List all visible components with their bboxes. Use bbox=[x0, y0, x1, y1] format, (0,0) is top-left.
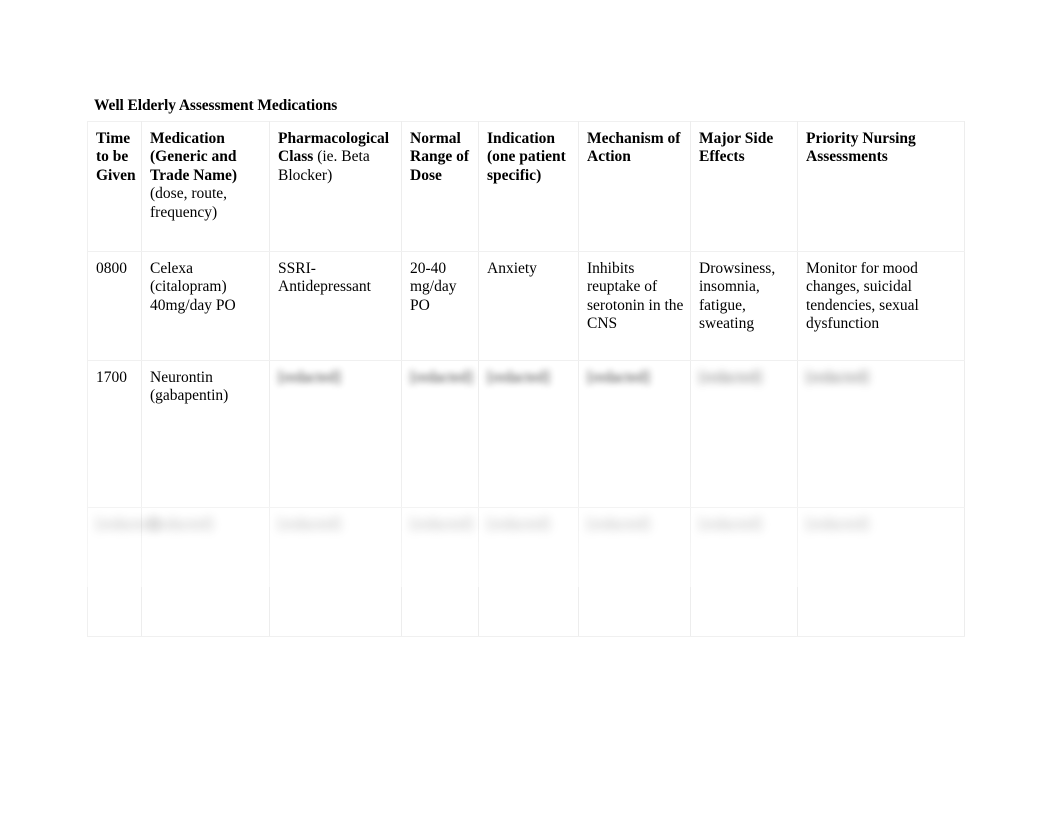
cell-side-effects: [redacted] bbox=[690, 507, 798, 637]
cell-value-redacted: [redacted] bbox=[487, 369, 550, 386]
cell-value: 20-40 mg/day PO bbox=[410, 260, 457, 314]
cell-value-redacted: [redacted] bbox=[806, 369, 869, 386]
cell-value: Anxiety bbox=[487, 260, 537, 277]
cell-nursing-assessments: [redacted] bbox=[797, 507, 965, 637]
cell-value: Neurontin (gabapentin) bbox=[150, 369, 229, 405]
cell-value-redacted: [redacted] bbox=[806, 516, 869, 533]
cell-indication: [redacted] bbox=[478, 360, 579, 508]
cell-pharmacological-class: SSRI-Antidepressant bbox=[269, 251, 402, 361]
header-bold-text: Indication (one patient specific) bbox=[487, 130, 566, 184]
cell-value: Inhibits reuptake of serotonin in the CN… bbox=[587, 260, 684, 333]
cell-value-redacted: [redacted] bbox=[96, 516, 159, 533]
cell-value-redacted: [redacted] bbox=[410, 369, 473, 386]
header-bold-text: Mechanism of Action bbox=[587, 130, 681, 166]
cell-pharmacological-class: [redacted] bbox=[269, 507, 402, 637]
cell-mechanism-of-action: Inhibits reuptake of serotonin in the CN… bbox=[578, 251, 691, 361]
header-bold-text: Medication (Generic and Trade Name) bbox=[150, 130, 238, 184]
cell-value: 0800 bbox=[96, 260, 127, 277]
column-header-indication: Indication (one patient specific) bbox=[478, 121, 579, 252]
cell-nursing-assessments: [redacted] bbox=[797, 360, 965, 508]
cell-value: SSRI-Antidepressant bbox=[278, 260, 371, 296]
column-header-time-to-be-given: Time to be Given bbox=[87, 121, 142, 252]
cell-side-effects: Drowsiness, insomnia, fatigue, sweating bbox=[690, 251, 798, 361]
cell-normal-range: [redacted] bbox=[401, 360, 479, 508]
cell-pharmacological-class: [redacted] bbox=[269, 360, 402, 508]
cell-value: 1700 bbox=[96, 369, 127, 386]
column-header-pharmacological-class: Pharmacological Class (ie. Beta Blocker) bbox=[269, 121, 402, 252]
column-header-priority-nursing-assessments: Priority Nursing Assessments bbox=[797, 121, 965, 252]
cell-time: [redacted] bbox=[87, 507, 159, 637]
cell-normal-range: 20-40 mg/day PO bbox=[401, 251, 479, 361]
cell-medication: Neurontin (gabapentin) bbox=[141, 360, 270, 508]
table-row: 0800 Celexa (citalopram) 40mg/day PO SSR… bbox=[87, 251, 965, 361]
column-header-mechanism-of-action: Mechanism of Action bbox=[578, 121, 691, 252]
header-normal-text: (dose, route, frequency) bbox=[150, 185, 228, 221]
header-bold-text: Normal Range of Dose bbox=[410, 130, 469, 184]
cell-time: 1700 bbox=[87, 360, 142, 508]
column-header-major-side-effects: Major Side Effects bbox=[690, 121, 798, 252]
medication-table-container: Time to be Given Medication (Generic and… bbox=[87, 121, 965, 637]
cell-nursing-assessments: Monitor for mood changes, suicidal tende… bbox=[797, 251, 965, 361]
cell-value-redacted: [redacted] bbox=[487, 516, 550, 533]
cell-medication: [redacted] bbox=[141, 507, 270, 637]
cell-normal-range: [redacted] bbox=[401, 507, 479, 637]
cell-time: 0800 bbox=[87, 251, 142, 361]
cell-value-redacted: [redacted] bbox=[699, 516, 762, 533]
cell-value-redacted: [redacted] bbox=[278, 369, 341, 386]
table-row: 1700 Neurontin (gabapentin) [redacted] [… bbox=[87, 360, 965, 508]
cell-value-redacted: [redacted] bbox=[699, 369, 762, 386]
header-bold-text: Priority Nursing Assessments bbox=[806, 130, 916, 166]
cell-value-redacted: [redacted] bbox=[587, 369, 650, 386]
cell-value-redacted: [redacted] bbox=[150, 516, 213, 533]
header-bold-text: Time to be Given bbox=[96, 130, 136, 184]
cell-mechanism-of-action: [redacted] bbox=[578, 507, 691, 637]
cell-value: Drowsiness, insomnia, fatigue, sweating bbox=[699, 260, 776, 333]
column-header-medication: Medication (Generic and Trade Name) (dos… bbox=[141, 121, 270, 252]
cell-mechanism-of-action: [redacted] bbox=[578, 360, 691, 508]
cell-side-effects: [redacted] bbox=[690, 360, 798, 508]
column-header-normal-range-of-dose: Normal Range of Dose bbox=[401, 121, 479, 252]
page-title: Well Elderly Assessment Medications bbox=[94, 97, 338, 114]
cell-value-redacted: [redacted] bbox=[410, 516, 473, 533]
header-bold-text: Major Side Effects bbox=[699, 130, 774, 166]
cell-indication: [redacted] bbox=[478, 507, 579, 637]
cell-value-redacted: [redacted] bbox=[587, 516, 650, 533]
medication-table-body: Time to be Given Medication (Generic and… bbox=[87, 121, 965, 637]
table-row: [redacted] [redacted] [redacted] [redact… bbox=[87, 507, 965, 637]
document-page: Well Elderly Assessment Medications Time… bbox=[0, 0, 1062, 822]
table-header-row: Time to be Given Medication (Generic and… bbox=[87, 121, 965, 252]
cell-value: Monitor for mood changes, suicidal tende… bbox=[806, 260, 919, 333]
cell-indication: Anxiety bbox=[478, 251, 579, 361]
cell-value-redacted: [redacted] bbox=[278, 516, 341, 533]
medication-table: Time to be Given Medication (Generic and… bbox=[87, 121, 965, 637]
cell-value: Celexa (citalopram) 40mg/day PO bbox=[150, 260, 236, 314]
cell-medication: Celexa (citalopram) 40mg/day PO bbox=[141, 251, 270, 361]
